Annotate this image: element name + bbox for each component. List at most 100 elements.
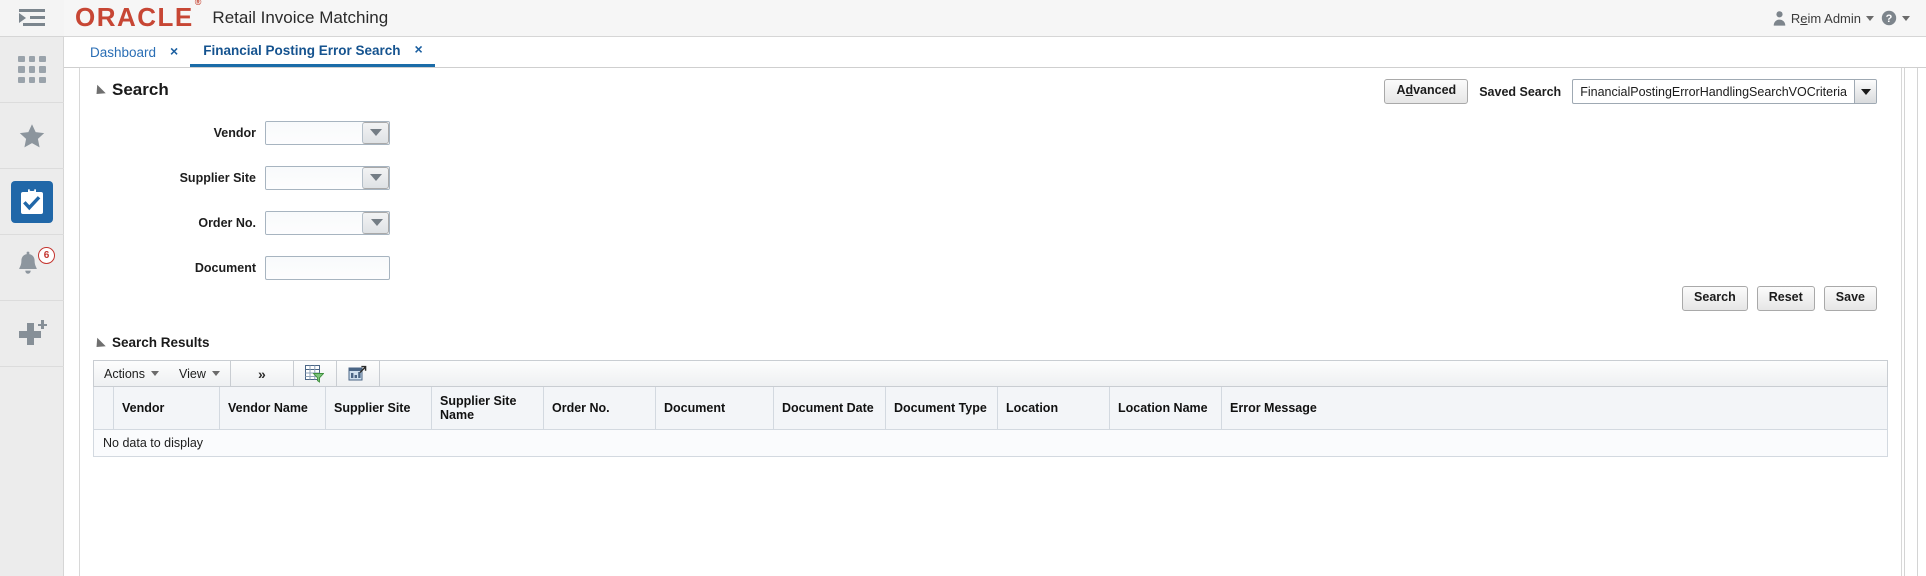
column-header-vendor-name[interactable]: Vendor Name [219,387,326,430]
user-menu[interactable]: Reim Admin [1773,11,1874,26]
oracle-logo-text: ORACLE [75,2,194,32]
notification-badge: 6 [38,246,55,264]
supplier-site-label: Supplier Site [179,171,256,185]
order-no-dropdown-icon[interactable] [362,212,389,234]
page-panel: Search Advanced Saved Search FinancialPo… [79,68,1902,576]
person-icon [1773,10,1786,26]
tab-close-icon[interactable]: × [415,42,423,56]
actions-menu[interactable]: Actions [94,361,169,386]
global-header: ORACLE® Retail Invoice Matching Reim Adm… [64,0,1926,37]
apps-grid-button[interactable] [0,37,64,103]
reset-button[interactable]: Reset [1756,286,1815,311]
detach-table-icon [348,365,367,380]
grid-icon [18,55,46,84]
help-menu[interactable]: ? [1881,10,1910,26]
supplier-site-lov[interactable] [265,166,390,190]
tab-dashboard[interactable]: Dashboard × [77,37,190,67]
document-input[interactable] [265,256,390,280]
query-by-example-button[interactable] [294,361,336,386]
tasks-button[interactable] [0,169,64,235]
search-results: Actions View » Vendor Vendor Name Suppli… [80,360,1901,457]
saved-search-value: FinancialPostingErrorHandlingSearchVOCri… [1580,84,1847,99]
saved-search-select[interactable]: FinancialPostingErrorHandlingSearchVOCri… [1572,79,1877,104]
supplier-site-dropdown-icon[interactable] [362,167,389,189]
field-row-supplier-site: Supplier Site [80,159,1901,197]
tab-strip: Dashboard × Financial Posting Error Sear… [64,37,1926,68]
page-scrollbar[interactable] [1904,68,1918,576]
order-no-input[interactable] [266,212,362,234]
view-menu-label: View [179,366,206,381]
menu-toggle-button[interactable] [0,0,64,37]
tab-label: Dashboard [90,44,157,60]
row-selector-header [93,387,114,430]
column-header-document[interactable]: Document [655,387,774,430]
notifications-button[interactable]: 6 [0,235,64,301]
supplier-site-input[interactable] [266,167,362,189]
saved-search-dropdown-icon[interactable] [1854,80,1876,103]
search-button[interactable]: Search [1682,286,1748,311]
favorites-button[interactable] [0,103,64,169]
results-toolbar: Actions View » [93,360,1888,387]
global-header-actions: Reim Admin ? [1773,10,1926,26]
svg-text:?: ? [1886,13,1893,25]
column-header-supplier-site[interactable]: Supplier Site [325,387,432,430]
advanced-button[interactable]: Advanced [1384,79,1469,104]
column-header-document-type[interactable]: Document Type [885,387,998,430]
tab-close-icon[interactable]: × [170,44,178,58]
order-no-lov[interactable] [265,211,390,235]
view-menu[interactable]: View [169,361,230,386]
user-name-label: Reim Admin [1790,10,1861,26]
chevron-down-icon [1866,15,1874,21]
oracle-logo-mark: ® [194,0,202,8]
vendor-lov[interactable] [265,121,390,145]
chevron-down-icon [1902,15,1910,21]
save-button[interactable]: Save [1823,286,1877,311]
left-icon-rail: 6 [0,0,64,576]
results-table: Vendor Vendor Name Supplier Site Supplie… [93,387,1888,457]
vendor-input[interactable] [266,122,362,144]
field-row-vendor: Vendor [80,114,1901,152]
saved-search-toolbar: Advanced Saved Search FinancialPostingEr… [1384,79,1877,104]
column-header-error-message[interactable]: Error Message [1221,387,1888,430]
help-circle-icon: ? [1881,10,1897,26]
order-no-label: Order No. [198,216,256,230]
vendor-dropdown-icon[interactable] [362,122,389,144]
column-header-supplier-site-name[interactable]: Supplier Site Name [431,387,544,430]
actions-menu-label: Actions [104,366,145,381]
column-header-location[interactable]: Location [997,387,1110,430]
field-row-order-no: Order No. [80,204,1901,242]
document-label: Document [194,261,256,275]
search-collapse-toggle[interactable] [92,84,106,99]
table-empty-row: No data to display [93,429,1888,457]
page-title: Retail Invoice Matching [212,8,389,27]
table-filter-icon [305,364,325,383]
column-header-order-no[interactable]: Order No. [543,387,656,430]
star-icon [19,123,45,147]
plus-icon [17,319,47,349]
table-body: No data to display [93,429,1888,457]
field-row-document: Document [80,249,1901,287]
create-button[interactable] [0,301,64,367]
results-collapse-toggle[interactable] [92,337,106,351]
column-header-document-date[interactable]: Document Date [773,387,886,430]
no-data-message: No data to display [93,429,1888,457]
results-region-title: Search Results [112,335,210,350]
detach-button[interactable] [337,361,379,386]
search-action-buttons: Search Reset Save [1682,286,1877,311]
vendor-label: Vendor [213,126,256,140]
application-window: 6 ORACLE® Retail Invoice Matching Reim A… [0,0,1926,576]
toolbar-overflow-button[interactable]: » [231,361,293,386]
clipboard-check-icon [21,187,43,214]
table-header-row: Vendor Vendor Name Supplier Site Supplie… [93,387,1888,430]
search-region-title: Search [112,80,169,99]
tab-financial-posting-error-search[interactable]: Financial Posting Error Search × [190,36,435,67]
bell-icon-wrapper: 6 [13,246,55,285]
column-header-vendor[interactable]: Vendor [113,387,220,430]
chevron-down-icon [211,371,220,376]
saved-search-label: Saved Search [1479,84,1562,99]
search-form: Vendor Supplier Site Order No. Document … [80,114,1901,329]
search-region-header: Search Advanced Saved Search FinancialPo… [80,68,1901,104]
column-header-location-name[interactable]: Location Name [1109,387,1222,430]
results-region-header: Search Results [80,329,1901,351]
content-area: Search Advanced Saved Search FinancialPo… [64,68,1926,576]
